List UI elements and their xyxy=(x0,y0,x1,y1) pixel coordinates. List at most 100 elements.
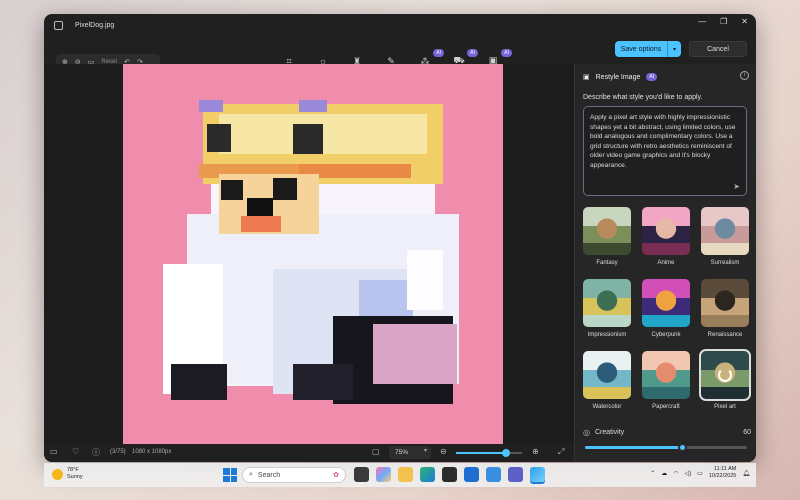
style-option-impressionism[interactable]: Impressionism xyxy=(583,279,631,338)
maximize-icon[interactable]: ❐ xyxy=(720,17,727,26)
style-label: Renaissance xyxy=(707,332,743,338)
save-options-button[interactable]: Save options xyxy=(615,41,667,57)
close-icon[interactable]: ✕ xyxy=(741,17,748,26)
favorite-icon[interactable]: ♡ xyxy=(72,447,79,456)
zoom-slider[interactable] xyxy=(456,449,522,457)
weather-text: 78°F Sunny xyxy=(67,467,83,481)
photos-app-window: PixelDog.jpg — ❐ ✕ ⊕ ⊖ ▭ Reset ↶ ↷ ⌗ ☼ ♜… xyxy=(44,14,756,462)
style-thumbnail xyxy=(642,279,690,327)
loading-spinner-icon xyxy=(718,368,732,382)
style-label: Cyberpunk xyxy=(651,332,681,338)
style-option-pixel-art[interactable]: Pixel art xyxy=(699,349,751,410)
photos-icon[interactable] xyxy=(530,467,545,482)
volume-icon[interactable]: ◁) xyxy=(685,470,692,477)
creativity-slider-thumb[interactable] xyxy=(678,443,688,452)
save-options-group: Save options ▾ xyxy=(615,41,681,57)
ai-badge: AI xyxy=(501,49,512,57)
page-counter: (3/75) xyxy=(110,449,126,455)
chevron-down-icon[interactable]: ▾ xyxy=(667,41,681,57)
fit-window-icon[interactable]: ▢ xyxy=(372,447,380,456)
info-icon[interactable]: ⓘ xyxy=(92,447,100,458)
info-icon[interactable]: i xyxy=(740,71,749,80)
battery-icon[interactable]: ▭ xyxy=(697,470,703,477)
restyle-icon: ▣ xyxy=(583,74,590,81)
prompt-label: Describe what style you'd like to apply. xyxy=(583,94,703,101)
status-bar: ▭ ♡ ⓘ (3/75) 1080 x 1080px ▢ 75% ▾ ⊖ ⊕ ⤢ xyxy=(44,444,574,462)
style-label: Anime xyxy=(657,260,675,266)
wifi-icon[interactable]: ◠ xyxy=(673,470,678,477)
style-option-papercraft[interactable]: Papercraft xyxy=(642,351,690,410)
zoom-in-icon[interactable]: ⊕ xyxy=(532,447,539,456)
style-thumbnail xyxy=(701,207,749,255)
style-label: Watercolor xyxy=(592,404,622,410)
weather-widget[interactable]: 78°F Sunny xyxy=(52,467,83,481)
minimize-icon[interactable]: — xyxy=(698,17,706,26)
edge-icon[interactable] xyxy=(420,467,435,482)
ai-badge: AI xyxy=(646,73,658,81)
style-option-surrealism[interactable]: Surrealism xyxy=(701,207,749,266)
taskbar-apps xyxy=(354,467,545,482)
style-option-fantasy[interactable]: Fantasy xyxy=(583,207,631,266)
search-highlight-icon: ✿ xyxy=(333,472,339,479)
teams-icon[interactable] xyxy=(508,467,523,482)
style-option-renaissance[interactable]: Renaissance xyxy=(701,279,749,338)
temperature: 78°F xyxy=(67,467,79,473)
zoom-slider-fill xyxy=(456,452,506,454)
pixel-dog-image[interactable] xyxy=(123,64,503,444)
date: 10/22/2025 xyxy=(708,473,737,479)
outlook-icon[interactable] xyxy=(464,467,479,482)
zoom-select[interactable]: 75% ▾ xyxy=(389,446,431,459)
onedrive-icon[interactable]: ☁ xyxy=(661,470,667,477)
zoom-slider-thumb[interactable] xyxy=(501,449,510,457)
prompt-text: Apply a pixel art style with highly impr… xyxy=(590,114,736,169)
sun-icon xyxy=(52,468,63,480)
start-button[interactable] xyxy=(223,468,237,482)
style-label: Fantasy xyxy=(596,260,618,266)
style-thumbnail xyxy=(583,351,631,399)
weather-condition: Sunny xyxy=(67,474,83,480)
taskbar: 78°F Sunny ⌕ Search ✿ ⌃ ☁ ◠ ◁) ▭ 11:11 A… xyxy=(44,463,756,487)
copilot-icon[interactable] xyxy=(376,467,391,482)
time: 11:11 AM xyxy=(713,466,737,472)
creativity-icon: ◎ xyxy=(583,428,590,437)
fullscreen-icon[interactable]: ⤢ xyxy=(558,447,564,457)
taskbar-search[interactable]: ⌕ Search ✿ xyxy=(242,467,346,483)
style-label: Impressionism xyxy=(587,332,627,338)
clock[interactable]: 11:11 AM 10/22/2025 xyxy=(709,466,737,480)
cancel-button[interactable]: Cancel xyxy=(689,41,747,57)
style-thumbnail xyxy=(701,279,749,327)
ai-badge: AI xyxy=(467,49,478,57)
title-bar: PixelDog.jpg — ❐ ✕ xyxy=(44,14,756,36)
panel-title: Restyle Image xyxy=(595,73,641,81)
chevron-down-icon: ▾ xyxy=(423,448,427,454)
chevron-up-icon[interactable]: ⌃ xyxy=(650,470,655,477)
search-icon: ⌕ xyxy=(249,471,253,478)
creativity-label: Creativity xyxy=(595,429,625,436)
style-prompt-input[interactable]: Apply a pixel art style with highly impr… xyxy=(583,106,747,196)
file-explorer-icon[interactable] xyxy=(398,467,413,482)
filmstrip-icon[interactable]: ▭ xyxy=(50,447,58,456)
task-view-icon[interactable] xyxy=(354,467,369,482)
creativity-slider[interactable] xyxy=(585,443,747,452)
store-icon[interactable] xyxy=(442,467,457,482)
notification-icon[interactable]: 🔔︎ xyxy=(742,470,750,477)
style-label: Pixel art xyxy=(714,404,736,410)
style-option-anime[interactable]: Anime xyxy=(642,207,690,266)
system-tray: ⌃ ☁ ◠ ◁) ▭ 11:11 AM 10/22/2025 🔔︎ xyxy=(650,466,750,480)
ai-badge: AI xyxy=(433,49,444,57)
mail-icon[interactable] xyxy=(486,467,501,482)
style-option-cyberpunk[interactable]: Cyberpunk xyxy=(642,279,690,338)
image-canvas xyxy=(44,64,574,444)
window-title: PixelDog.jpg xyxy=(75,21,115,29)
style-label: Surrealism xyxy=(710,260,740,266)
send-icon[interactable]: ➤ xyxy=(733,182,740,192)
style-thumbnail xyxy=(642,207,690,255)
window-controls: — ❐ ✕ xyxy=(698,17,748,26)
style-thumbnail xyxy=(583,207,631,255)
style-label: Papercraft xyxy=(652,404,680,410)
zoom-out-icon[interactable]: ⊖ xyxy=(440,447,447,456)
style-option-watercolor[interactable]: Watercolor xyxy=(583,351,631,410)
style-thumbnail xyxy=(583,279,631,327)
zoom-value: 75% xyxy=(395,449,409,456)
style-thumbnail xyxy=(642,351,690,399)
